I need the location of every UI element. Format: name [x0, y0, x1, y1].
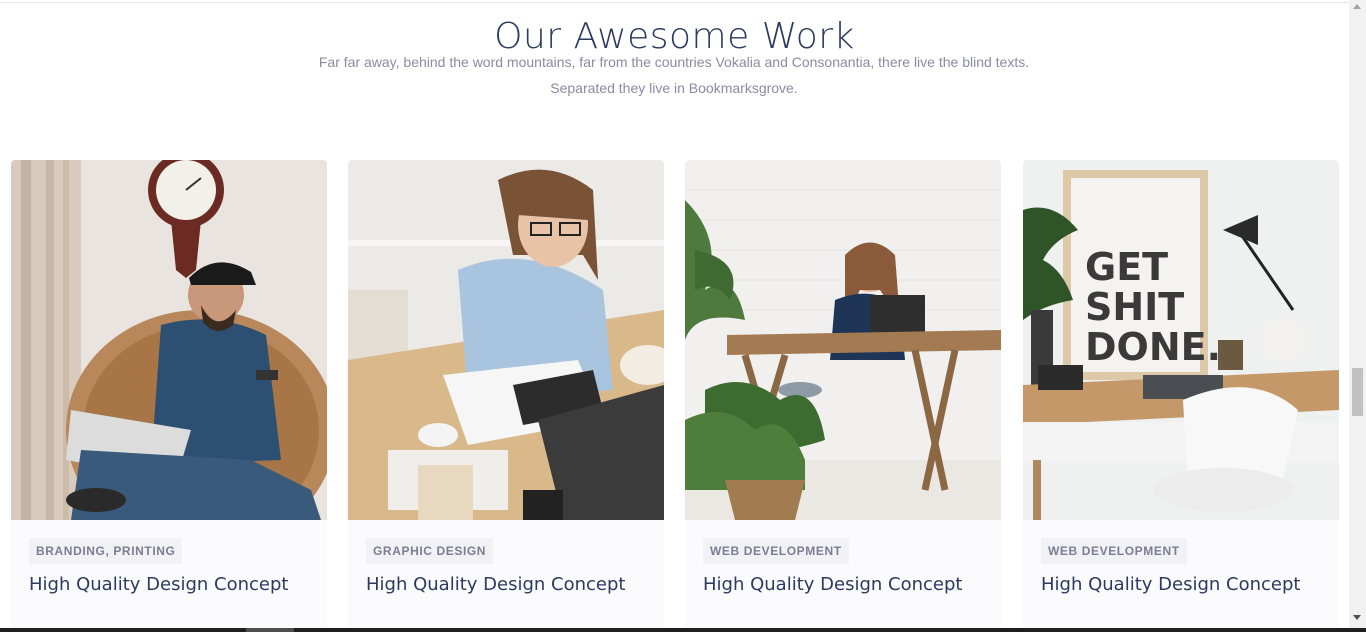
portfolio-card[interactable]: GRAPHIC DESIGN High Quality Design Conce… [348, 160, 664, 632]
vertical-scrollbar[interactable] [1349, 0, 1366, 632]
poster-text: GET [1085, 245, 1168, 289]
portfolio-card[interactable]: WEB DEVELOPMENT High Quality Design Conc… [685, 160, 1001, 632]
top-divider [0, 2, 1349, 3]
scroll-thumb[interactable] [1352, 368, 1363, 416]
scroll-up-arrow-icon[interactable] [1353, 4, 1361, 9]
portfolio-card[interactable]: GET SHIT DONE. WEB DEVELOPMENT High Qual… [1023, 160, 1339, 632]
poster-text: SHIT [1085, 285, 1184, 329]
category-tag[interactable]: WEB DEVELOPMENT [1041, 538, 1187, 564]
card-title[interactable]: High Quality Design Concept [366, 574, 625, 595]
subtitle-line-1: Far far away, behind the word mountains,… [318, 54, 1030, 70]
portfolio-image[interactable] [348, 160, 664, 520]
category-tag[interactable]: BRANDING, PRINTING [29, 538, 183, 564]
portfolio-image[interactable] [11, 160, 327, 520]
category-tag[interactable]: WEB DEVELOPMENT [703, 538, 849, 564]
card-title[interactable]: High Quality Design Concept [703, 574, 962, 595]
category-tag[interactable]: GRAPHIC DESIGN [366, 538, 494, 564]
subtitle-line-2: Separated they live in Bookmarksgrove. [550, 80, 798, 96]
card-title[interactable]: High Quality Design Concept [29, 574, 288, 595]
section-subtitle: Far far away, behind the word mountains,… [250, 49, 1098, 101]
card-title[interactable]: High Quality Design Concept [1041, 574, 1300, 595]
portfolio-card[interactable]: BRANDING, PRINTING High Quality Design C… [11, 160, 327, 632]
scroll-down-arrow-icon[interactable] [1353, 615, 1361, 620]
portfolio-image[interactable]: GET SHIT DONE. [1023, 160, 1339, 520]
taskbar-edge [0, 628, 1366, 632]
poster-text: DONE. [1085, 325, 1221, 369]
portfolio-image[interactable] [685, 160, 1001, 520]
